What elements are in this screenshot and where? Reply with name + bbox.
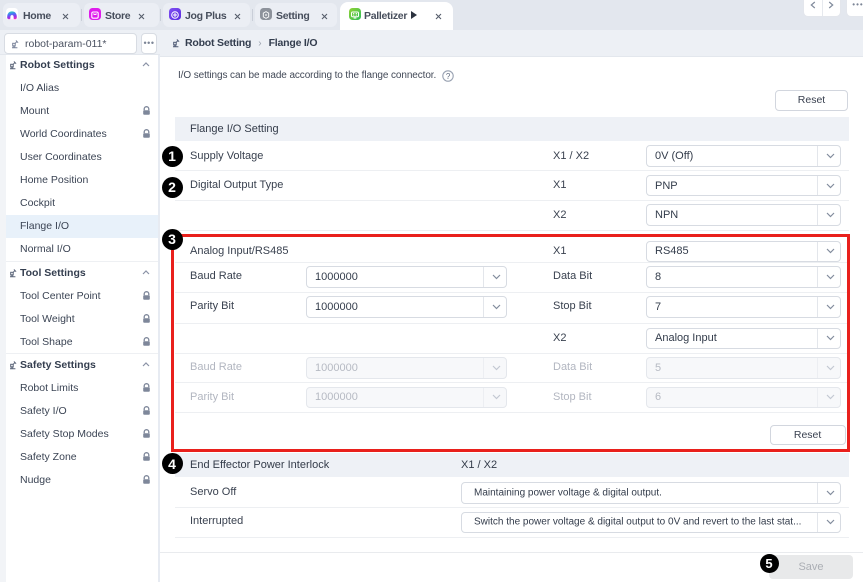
svg-text:?: ? — [446, 71, 451, 80]
